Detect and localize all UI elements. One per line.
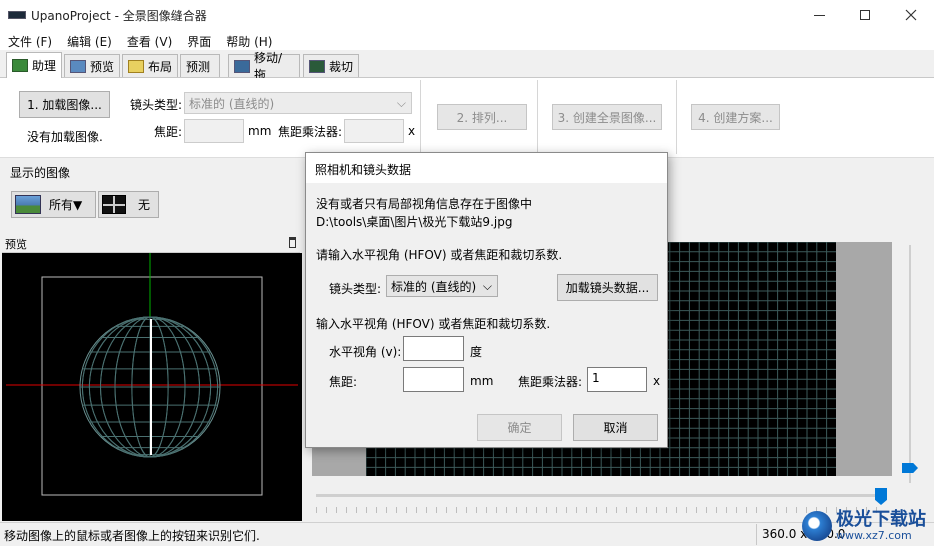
hfov-input[interactable] (403, 336, 464, 361)
preview-pane-header: 预览 (2, 235, 300, 253)
lens-type-label: 镜头类型: (130, 98, 183, 112)
dialog-lens-type-value: 标准的 (直线的) (391, 280, 477, 294)
status-message: 移动图像上的鼠标或者图像上的按钮来识别它们. (4, 529, 260, 543)
tab-projection[interactable]: 预测 (180, 54, 220, 77)
menu-bar: 文件 (F) 编辑 (E) 查看 (V) 界面 帮助 (H) (0, 30, 934, 50)
create-panorama-button[interactable]: 3. 创建全景图像... (552, 104, 662, 130)
maximize-button[interactable] (842, 0, 888, 30)
minimize-button[interactable] (796, 0, 842, 30)
tab-label: 裁切 (329, 59, 354, 74)
preview-pane-title: 预览 (5, 238, 27, 251)
watermark-url: www.xz7.com (836, 528, 912, 542)
no-images-text: 没有加载图像. (27, 130, 103, 144)
dialog-lens-type-select[interactable]: 标准的 (直线的) ⌵ (386, 275, 498, 297)
app-icon (8, 11, 26, 19)
crop-icon (309, 59, 325, 73)
status-bar: 移动图像上的鼠标或者图像上的按钮来识别它们. 360.0 x 180.0 (0, 522, 934, 546)
close-button[interactable] (888, 0, 934, 30)
show-none-label: 无 (138, 198, 151, 212)
multiplier-label: 焦距乘法器: (278, 125, 343, 139)
load-images-button[interactable]: 1. 加载图像... (19, 91, 110, 118)
vertical-slider-thumb[interactable] (902, 463, 918, 473)
separator (420, 80, 421, 154)
horizontal-slider-track[interactable] (316, 494, 886, 497)
assistant-panel: 1. 加载图像... 没有加载图像. 镜头类型: 标准的 (直线的) ⌵ 焦距:… (0, 78, 934, 158)
show-all-label: 所有▼ (49, 198, 83, 212)
dialog-title-bar: 照相机和镜头数据 (306, 153, 667, 183)
show-all-button[interactable]: 所有▼ (11, 191, 96, 218)
focal-unit: mm (248, 124, 272, 138)
dialog-multiplier-unit: x (653, 374, 661, 388)
vertical-slider-track[interactable] (909, 245, 911, 483)
tab-preview[interactable]: 预览 (64, 54, 120, 77)
title-bar: UpanoProject - 全景图像缝合器 (0, 0, 934, 30)
close-icon (905, 9, 917, 21)
create-project-button[interactable]: 4. 创建方案... (691, 104, 780, 130)
horizontal-slider-thumb[interactable] (875, 488, 887, 505)
displayed-images-label: 显示的图像 (10, 166, 71, 180)
hfov-label: 水平视角 (v): (329, 345, 402, 359)
tab-label: 布局 (148, 59, 173, 74)
tab-layout[interactable]: 布局 (122, 54, 178, 77)
dialog-info-line1: 没有或者只有局部视角信息存在于图像中 (316, 197, 533, 211)
preview-globe (6, 253, 298, 496)
hfov-unit: 度 (470, 345, 483, 359)
dialog-focal-unit: mm (470, 374, 494, 388)
dialog-prompt1: 请输入水平视角 (HFOV) 或者焦距和裁切系数. (316, 248, 563, 262)
tab-strip: 助理 预览 布局 预测 移动/拖 裁切 (0, 50, 934, 82)
all-images-icon (15, 195, 41, 214)
lens-type-select[interactable]: 标准的 (直线的) ⌵ (184, 92, 412, 114)
menu-view[interactable]: 查看 (V) (119, 30, 179, 50)
separator (537, 80, 538, 154)
pin-icon[interactable] (289, 237, 296, 248)
watermark: 极光下载站 www.xz7.com (802, 510, 926, 542)
watermark-logo-icon (802, 511, 832, 542)
watermark-text: 极光下载站 (836, 509, 926, 531)
tab-crop[interactable]: 裁切 (303, 54, 359, 77)
load-lens-data-button[interactable]: 加载镜头数据... (557, 274, 658, 301)
tab-assistant[interactable]: 助理 (6, 52, 62, 78)
camera-lens-dialog: 照相机和镜头数据 没有或者只有局部视角信息存在于图像中 D:\tools\桌面\… (305, 152, 668, 448)
multiplier-input[interactable] (344, 119, 404, 143)
minimize-icon (813, 14, 825, 16)
chevron-down-icon: ⌵ (482, 279, 492, 293)
lens-type-value: 标准的 (直线的) (189, 97, 275, 111)
tab-move-drag[interactable]: 移动/拖 (228, 51, 300, 82)
dialog-info-line2: D:\tools\桌面\图片\极光下载站9.jpg (316, 215, 513, 229)
dialog-lens-type-label: 镜头类型: (329, 282, 382, 296)
dialog-multiplier-label: 焦距乘法器: (518, 375, 583, 389)
assistant-icon (12, 59, 28, 72)
tab-label: 预览 (90, 59, 115, 74)
menu-help[interactable]: 帮助 (H) (218, 30, 279, 50)
multiplier-unit: x (408, 124, 416, 138)
menu-interface[interactable]: 界面 (179, 30, 218, 50)
chevron-down-icon: ⌵ (396, 96, 406, 110)
ok-button[interactable]: 确定 (477, 414, 562, 441)
dialog-multiplier-input[interactable]: 1 (587, 367, 647, 392)
dialog-prompt2: 输入水平视角 (HFOV) 或者焦距和裁切系数. (316, 317, 551, 331)
dialog-focal-label: 焦距: (329, 375, 358, 389)
window-title: UpanoProject - 全景图像缝合器 (31, 9, 207, 23)
dialog-title: 照相机和镜头数据 (315, 163, 412, 177)
tab-label: 助理 (32, 59, 57, 73)
focal-input[interactable] (184, 119, 244, 143)
preview-icon (70, 59, 86, 73)
focal-label: 焦距: (154, 125, 183, 139)
show-none-button[interactable]: 无 (98, 191, 159, 218)
no-images-icon (102, 195, 126, 214)
align-button[interactable]: 2. 排列... (437, 104, 527, 130)
cancel-button[interactable]: 取消 (573, 414, 658, 441)
separator (676, 80, 677, 154)
menu-edit[interactable]: 编辑 (E) (59, 30, 119, 50)
layout-icon (128, 59, 144, 73)
tab-label: 预测 (186, 59, 211, 74)
menu-file[interactable]: 文件 (F) (0, 30, 59, 50)
preview-canvas[interactable] (2, 253, 302, 521)
maximize-icon (860, 10, 870, 20)
status-separator (756, 524, 757, 545)
dialog-focal-input[interactable] (403, 367, 464, 392)
move-icon (234, 59, 250, 73)
slider-ticks (316, 507, 886, 513)
